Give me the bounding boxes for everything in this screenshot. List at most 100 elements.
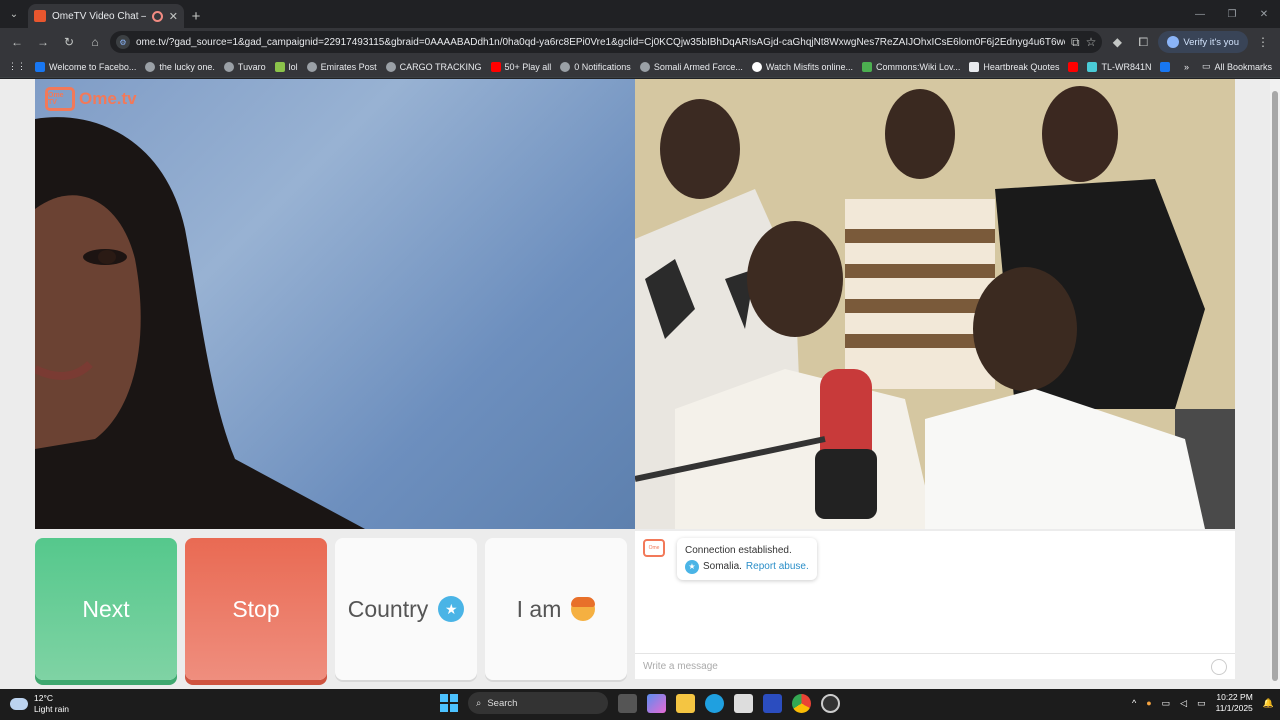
country-button[interactable]: Country ★: [335, 538, 477, 680]
weather-widget[interactable]: 12°C Light rain: [10, 693, 69, 715]
bookmark-item[interactable]: [1068, 61, 1079, 72]
connection-status: Connection established.: [685, 545, 792, 556]
search-label: Search: [487, 697, 518, 709]
youtube-icon: [490, 61, 501, 72]
bookmark-item[interactable]: Commons:Wiki Lov...: [862, 61, 960, 72]
bookmark-item[interactable]: Watch Misfits online...: [751, 61, 853, 72]
quote-icon: [969, 61, 980, 72]
bookmarks-bar: ⋮⋮ Welcome to Facebo... the lucky one. T…: [0, 56, 1280, 78]
new-tab-button[interactable]: +: [184, 4, 208, 28]
globe-icon: [385, 61, 396, 72]
extensions-puzzle-icon[interactable]: ⧠: [1132, 31, 1154, 53]
page-scrollbar[interactable]: [1270, 79, 1280, 689]
obs-icon[interactable]: [821, 693, 840, 713]
volume-icon[interactable]: ◁: [1180, 698, 1187, 709]
l-app-icon[interactable]: [763, 693, 782, 713]
notification-icon[interactable]: 🔔: [1263, 698, 1274, 709]
minimize-icon[interactable]: —: [1184, 0, 1216, 28]
message-input[interactable]: Write a message: [635, 653, 1235, 679]
tab-strip: ⌄ OmeTV Video Chat — Ome ✕ + — ❐ ✕: [0, 0, 1280, 28]
google-icon: [751, 61, 762, 72]
network-icon[interactable]: ▭: [1162, 698, 1171, 709]
verify-button[interactable]: Verify it's you: [1158, 31, 1248, 53]
apps-icon[interactable]: ⋮⋮: [8, 61, 26, 72]
next-button[interactable]: Next: [35, 538, 177, 680]
bookmark-item[interactable]: [1160, 61, 1171, 72]
bookmark-item[interactable]: 0 Notifications: [560, 61, 631, 72]
next-label: Next: [82, 595, 130, 622]
globe-icon: [306, 61, 317, 72]
task-view-icon[interactable]: [618, 693, 637, 713]
forward-icon[interactable]: →: [32, 31, 54, 53]
bookmark-item[interactable]: 50+ Play all: [490, 61, 551, 72]
browser-toolbar: ← → ↻ ⌂ ⚙ ome.tv/?gad_source=1&gad_campa…: [0, 28, 1280, 56]
star-icon: ★: [438, 596, 465, 622]
install-icon[interactable]: ⧉: [1071, 35, 1080, 50]
stop-button[interactable]: Stop: [185, 538, 327, 680]
extension-icon[interactable]: ◆: [1106, 31, 1128, 53]
chevron-up-icon[interactable]: ^: [1132, 698, 1136, 708]
time: 10:22 PM: [1216, 692, 1253, 702]
reload-icon[interactable]: ↻: [58, 31, 80, 53]
emoji-icon[interactable]: [1211, 658, 1227, 675]
bookmark-item[interactable]: CARGO TRACKING: [385, 61, 482, 72]
system-message: Connection established. ★ Somalia. Repor…: [677, 538, 817, 580]
youtube-icon: [1068, 61, 1079, 72]
menu-icon[interactable]: ⋮: [1252, 31, 1274, 53]
bookmark-item[interactable]: Tuvaro: [223, 61, 266, 72]
facebook-icon: [35, 61, 45, 72]
windows-start-icon[interactable]: [440, 694, 458, 712]
bookmark-item[interactable]: Heartbreak Quotes: [969, 61, 1059, 72]
tab-title: OmeTV Video Chat — Ome: [52, 10, 146, 22]
local-video-person: [35, 117, 365, 529]
bookmark-item[interactable]: TL-WR841N: [1087, 61, 1151, 72]
bookmark-item[interactable]: Welcome to Facebo...: [35, 61, 136, 72]
ometv-logo[interactable]: Ome TV Ome.tv: [45, 87, 137, 111]
chat-panel: Ome Connection established. ★ Somalia. R…: [635, 531, 1235, 679]
close-tab-icon[interactable]: ✕: [169, 10, 178, 23]
windows-taskbar: 12°C Light rain ⌕ Search ^ ● ▭ ◁ ▭ 10:22…: [0, 689, 1280, 720]
microphone-icon[interactable]: ●: [1146, 698, 1151, 708]
bookmark-item[interactable]: Somali Armed Force...: [639, 61, 743, 72]
facebook-icon: [1160, 61, 1171, 72]
scrollbar-thumb[interactable]: [1272, 91, 1278, 681]
folder-icon: ▭: [1201, 61, 1211, 71]
bookmark-item[interactable]: the lucky one.: [145, 61, 215, 72]
clock[interactable]: 10:22 PM 11/1/2025: [1216, 692, 1253, 714]
globe-icon: [145, 61, 156, 72]
bookmark-item[interactable]: Emirates Post: [306, 61, 377, 72]
maximize-icon[interactable]: ❐: [1216, 0, 1248, 28]
report-abuse-link[interactable]: Report abuse.: [746, 559, 809, 575]
grid-icon: [274, 61, 285, 72]
close-window-icon[interactable]: ✕: [1248, 0, 1280, 28]
ometv-favicon-icon: [34, 10, 46, 22]
verify-label: Verify it's you: [1183, 36, 1239, 48]
bookmark-item[interactable]: lol: [274, 61, 298, 72]
copilot-icon[interactable]: [647, 693, 666, 713]
taskbar-search[interactable]: ⌕ Search: [468, 692, 608, 714]
chrome-icon[interactable]: [792, 693, 811, 713]
iam-label: I am: [516, 595, 562, 622]
stop-label: Stop: [232, 595, 280, 622]
store-icon[interactable]: [734, 693, 753, 713]
battery-icon[interactable]: ▭: [1197, 698, 1206, 709]
url-text: ome.tv/?gad_source=1&gad_campaignid=2291…: [136, 36, 1065, 48]
gender-button[interactable]: I am: [485, 538, 627, 680]
tab-ometv[interactable]: OmeTV Video Chat — Ome ✕: [28, 4, 184, 28]
home-icon[interactable]: ⌂: [84, 31, 106, 53]
tv-logo-icon: Ome TV: [45, 87, 75, 111]
boy-emoji-icon: [571, 597, 596, 621]
bookmark-star-icon[interactable]: ☆: [1086, 35, 1097, 49]
all-bookmarks-button[interactable]: » ▭ All Bookmarks: [1184, 61, 1272, 72]
back-icon[interactable]: ←: [6, 31, 28, 53]
site-info-icon[interactable]: ⚙: [116, 35, 130, 49]
search-icon: ⌕: [476, 697, 482, 709]
system-tray: ^ ● ▭ ◁ ▭ 10:22 PM 11/1/2025 🔔: [1132, 692, 1274, 714]
remote-video: [635, 79, 1235, 529]
address-bar[interactable]: ⚙ ome.tv/?gad_source=1&gad_campaignid=22…: [110, 31, 1103, 53]
tab-search-icon[interactable]: ⌄: [0, 0, 28, 28]
edge-icon[interactable]: [705, 693, 724, 713]
ometv-mini-logo-icon: Ome: [643, 539, 665, 557]
cloud-rain-icon: [10, 698, 28, 710]
file-explorer-icon[interactable]: [676, 693, 695, 713]
